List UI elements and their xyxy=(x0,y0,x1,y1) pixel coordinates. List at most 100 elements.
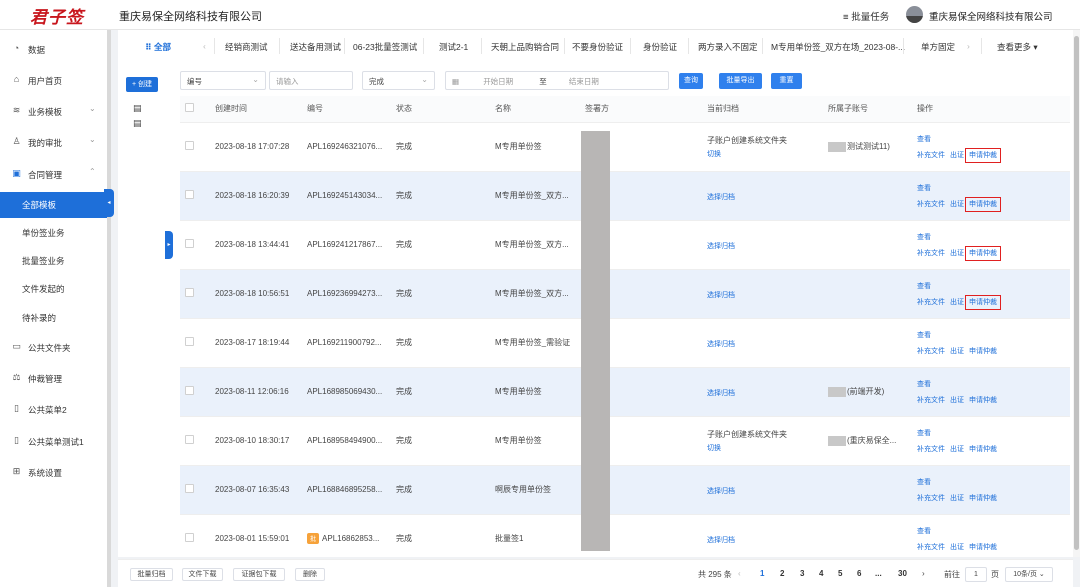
contract-number[interactable]: APL169236994273... xyxy=(307,289,382,298)
column-header[interactable]: 所属子账号 xyxy=(823,96,912,123)
apply-arbitration-link[interactable]: 申请仲裁 xyxy=(965,196,1001,212)
supplement-file-link[interactable]: 补充文件 xyxy=(917,397,945,404)
tab-template[interactable]: 天朝上品购销合同 xyxy=(491,41,559,53)
evidence-link[interactable]: 出证 xyxy=(950,152,964,159)
table-row[interactable]: 2023-08-18 17:07:28 APL169246321076... 完成 M… xyxy=(180,122,1070,172)
column-header[interactable]: 签署方 xyxy=(580,96,702,123)
sidebar-item-public-menu-test-1[interactable]: ▯ 公共菜单测试1 xyxy=(0,429,107,453)
archive-action-link[interactable]: 选择归档 xyxy=(707,192,823,202)
sidebar-item-file-initiated[interactable]: 文件发起的 xyxy=(0,276,107,300)
page-number[interactable]: 3 xyxy=(800,569,804,578)
tab-all[interactable]: ⠿ 全部 xyxy=(145,41,171,53)
select-all-checkbox[interactable] xyxy=(185,103,194,113)
supplement-file-link[interactable]: 补充文件 xyxy=(917,299,945,306)
apply-arbitration-link[interactable]: 申请仲裁 xyxy=(969,446,997,453)
archive-action-link[interactable]: 选择归档 xyxy=(707,339,823,349)
row-checkbox[interactable] xyxy=(185,386,194,395)
query-button[interactable]: 查询 xyxy=(679,73,703,89)
sidebar-item-data[interactable]: ◔ 数据 xyxy=(0,37,107,61)
apply-arbitration-link[interactable]: 申请仲裁 xyxy=(969,544,997,551)
folder-icon[interactable]: ▤ xyxy=(133,118,142,129)
supplement-file-link[interactable]: 补充文件 xyxy=(917,495,945,502)
row-checkbox[interactable] xyxy=(185,190,194,199)
table-row[interactable]: 2023-08-01 15:59:01 批 APL16862853... 完成 批量签1… xyxy=(180,514,1070,564)
column-header[interactable]: 当前归档 xyxy=(702,96,823,123)
table-row[interactable]: 2023-08-18 13:44:41 APL169241217867... 完成 M… xyxy=(180,220,1070,270)
batch-task-button[interactable]: ≡ 批量任务 xyxy=(843,9,889,23)
view-link[interactable]: 查看 xyxy=(917,428,1070,438)
column-header[interactable]: 编号 xyxy=(302,96,391,123)
tab-template[interactable]: 测试2-1 xyxy=(439,41,468,53)
row-checkbox[interactable] xyxy=(185,533,194,542)
supplement-file-link[interactable]: 补充文件 xyxy=(917,544,945,551)
page-number[interactable]: 30 xyxy=(898,569,907,578)
vertical-scrollbar[interactable] xyxy=(1073,30,1080,557)
page-number[interactable]: 6 xyxy=(857,569,861,578)
search-input[interactable]: 请输入 xyxy=(269,71,353,90)
sidebar-item-arbitration[interactable]: ⚖ 仲裁管理 xyxy=(0,366,107,390)
contract-number[interactable]: APL169241217867... xyxy=(307,240,382,249)
status-select[interactable]: 完成 ⌄ xyxy=(362,71,435,90)
reset-button[interactable]: 重置 xyxy=(771,73,802,89)
app-logo[interactable]: 君子签 xyxy=(30,3,84,28)
table-row[interactable]: 2023-08-11 12:06:16 APL168985069430... 完成 M… xyxy=(180,367,1070,417)
evidence-link[interactable]: 出证 xyxy=(950,397,964,404)
evidence-link[interactable]: 出证 xyxy=(950,544,964,551)
row-checkbox[interactable] xyxy=(185,484,194,493)
archive-action-link[interactable]: 选择归档 xyxy=(707,486,823,496)
contract-number[interactable]: APL168985069430... xyxy=(307,387,382,396)
page-size-select[interactable]: 10条/页 ⌄ xyxy=(1005,567,1053,582)
evidence-link[interactable]: 出证 xyxy=(950,495,964,502)
column-header[interactable]: 操作 xyxy=(912,96,1070,123)
view-link[interactable]: 查看 xyxy=(917,477,1070,487)
tab-scroll-left[interactable]: ‹ xyxy=(203,41,206,51)
next-page-button[interactable]: › xyxy=(922,569,925,578)
sidebar-item-approval[interactable]: ♙ 我的审批 ⌄ xyxy=(0,130,107,154)
folder-icon[interactable]: ▤ xyxy=(133,103,142,114)
column-header[interactable]: 名称 xyxy=(490,96,580,123)
evidence-link[interactable]: 出证 xyxy=(950,250,964,257)
view-link[interactable]: 查看 xyxy=(917,330,1070,340)
view-link[interactable]: 查看 xyxy=(917,183,1070,193)
view-link[interactable]: 查看 xyxy=(917,379,1070,389)
sidebar-item-all-templates[interactable]: 全部模板 xyxy=(0,192,107,218)
evidence-link[interactable]: 出证 xyxy=(950,348,964,355)
scrollbar-thumb[interactable] xyxy=(1074,36,1079,550)
table-row[interactable]: 2023-08-18 10:56:51 APL169236994273... 完成 M… xyxy=(180,269,1070,319)
apply-arbitration-link[interactable]: 申请仲裁 xyxy=(965,147,1001,163)
supplement-file-link[interactable]: 补充文件 xyxy=(917,250,945,257)
file-download-button[interactable]: 文件下载 xyxy=(182,568,223,581)
evidence-link[interactable]: 出证 xyxy=(950,299,964,306)
view-link[interactable]: 查看 xyxy=(917,526,1070,536)
sidebar-item-templates[interactable]: ≋ 业务模板 ⌄ xyxy=(0,99,107,123)
apply-arbitration-link[interactable]: 申请仲裁 xyxy=(969,348,997,355)
evidence-link[interactable]: 出证 xyxy=(950,446,964,453)
user-name[interactable]: 重庆易保全网络科技有限公司 xyxy=(929,9,1053,23)
batch-archive-button[interactable]: 批量归档 xyxy=(130,568,173,581)
table-row[interactable]: 2023-08-07 16:35:43 APL168846895258... 完成啊… xyxy=(180,465,1070,515)
page-number[interactable]: 2 xyxy=(780,569,784,578)
delete-button[interactable]: 删除 xyxy=(295,568,325,581)
batch-export-button[interactable]: 批量导出 xyxy=(719,73,762,89)
sidebar-item-pending[interactable]: 待补录的 xyxy=(0,305,107,329)
tab-template[interactable]: 06-23批量签测试 xyxy=(353,41,417,53)
sidebar-item-home[interactable]: ⌂ 用户首页 xyxy=(0,68,107,92)
archive-action-link[interactable]: 选择归档 xyxy=(707,388,823,398)
tabs-more-button[interactable]: 查看更多 ▾ xyxy=(997,41,1038,53)
tab-template[interactable]: M专用单份签_双方在场_2023-08-... xyxy=(771,41,905,53)
sidebar-item-single-sign[interactable]: 单份签业务 xyxy=(0,220,107,244)
avatar[interactable] xyxy=(906,6,923,23)
row-checkbox[interactable] xyxy=(185,141,194,150)
table-row[interactable]: 2023-08-17 18:19:44 APL169211900792... 完成 M… xyxy=(180,318,1070,368)
contract-number[interactable]: APL168958494900... xyxy=(307,436,382,445)
date-range-picker[interactable]: ▦ 开始日期 至 结束日期 xyxy=(445,71,669,90)
sidebar-item-contracts[interactable]: ▣ 合同管理 ⌃ xyxy=(0,162,107,186)
sidebar-item-public-menu-2[interactable]: ▯ 公共菜单2 xyxy=(0,397,107,421)
page-number[interactable]: 4 xyxy=(819,569,823,578)
folder-panel-toggle[interactable]: ▸ xyxy=(165,231,173,259)
tab-template[interactable]: 身份验证 xyxy=(643,41,677,53)
supplement-file-link[interactable]: 补充文件 xyxy=(917,446,945,453)
search-field-select[interactable]: 编号 ⌄ xyxy=(180,71,266,90)
goto-page-input[interactable]: 1 xyxy=(965,567,987,582)
page-number[interactable]: 5 xyxy=(838,569,842,578)
